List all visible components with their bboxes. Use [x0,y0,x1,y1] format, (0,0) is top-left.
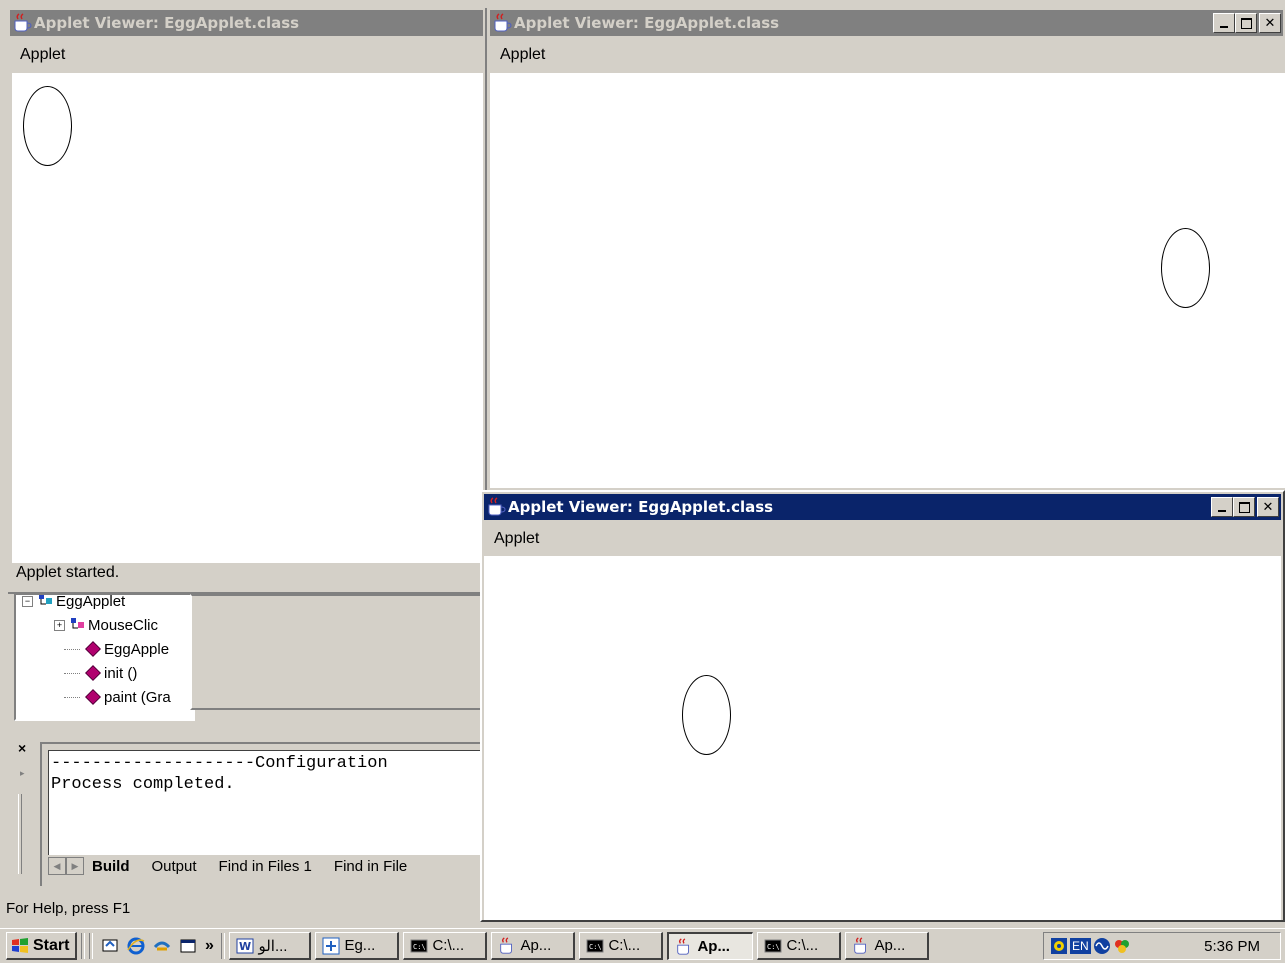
java-cup-icon [494,13,512,32]
internet-explorer-icon[interactable] [123,935,149,957]
word-icon: W [236,938,254,953]
method-icon [85,641,101,657]
tab-scroll-left-icon[interactable]: ◀ [48,857,66,875]
expand-icon[interactable]: + [54,619,65,631]
close-pane-icon[interactable]: × [18,740,26,756]
maximize-button[interactable] [1233,497,1255,517]
applet-window-right[interactable]: Applet Viewer: EggApplet.class ✕ Applet [488,8,1285,488]
tree-item-paint[interactable]: paint (Gra [64,685,171,709]
applet-canvas[interactable] [12,73,483,563]
build-output-text: --------------------Configuration Proces… [48,750,482,855]
network-icon[interactable] [1050,937,1068,955]
java-icon [854,936,867,954]
java-icon [500,936,513,954]
class-icon [69,618,85,632]
close-button[interactable]: ✕ [1259,13,1281,33]
svg-text:C:\: C:\ [413,943,426,951]
java-cup-icon [488,497,506,516]
console-icon: C:\ [410,939,428,952]
applet-window-active[interactable]: Applet Viewer: EggApplet.class ✕ Applet [480,490,1285,922]
taskbar-button-console-1[interactable]: C:\ C:\... [403,932,488,960]
maximize-icon [1240,17,1252,29]
menu-applet[interactable]: Applet [484,530,549,548]
tab-find-in-files-2[interactable]: Find in File [326,858,421,875]
clock[interactable]: 5:36 PM [1204,938,1260,955]
applet-canvas[interactable] [490,73,1285,488]
taskbar-button-applet-3[interactable]: Ap... [845,932,930,960]
show-desktop-icon[interactable] [97,935,123,957]
taskbar-button-project[interactable]: Eg... [315,932,400,960]
title-bar[interactable]: Applet Viewer: EggApplet.class ✕ [490,10,1283,36]
pane-gripper[interactable] [18,794,22,874]
java-cup-icon [14,13,32,32]
egg-oval [23,86,72,166]
method-icon [85,689,101,705]
language-indicator[interactable]: EN [1070,938,1091,954]
tree-item-eggapplet[interactable]: − EggApplet [22,595,125,613]
console-icon: C:\ [764,939,782,952]
console-icon: C:\ [586,939,604,952]
ide-status-bar: For Help, press F1 [6,900,131,917]
windows-logo-icon [12,937,28,953]
pane-grip-icon: ▸ [20,768,25,778]
class-view-tree: − EggApplet + MouseClic EggApple init ()… [14,594,195,721]
svg-text:C:\: C:\ [767,943,780,951]
applet-canvas[interactable] [484,556,1281,920]
menu-applet[interactable]: Applet [490,46,555,64]
minimize-icon [1218,510,1226,512]
taskbar-button-console-2[interactable]: C:\ C:\... [579,932,664,960]
collapse-icon[interactable]: − [22,595,33,607]
window-title: Applet Viewer: EggApplet.class [34,14,300,32]
minimize-icon [1220,26,1228,28]
file-view-pane [190,594,482,710]
maximize-button[interactable] [1235,13,1257,33]
close-icon: ✕ [1262,499,1274,515]
title-bar[interactable]: Applet Viewer: EggApplet.class ✕ [484,494,1281,520]
tab-output[interactable]: Output [144,858,211,875]
audio-icon[interactable] [1093,937,1111,955]
window-title: Applet Viewer: EggApplet.class [514,14,780,32]
tree-item-init[interactable]: init () [64,661,137,685]
egg-oval [1161,228,1210,308]
system-tray: EN 5:36 PM [1043,932,1281,960]
output-tab-strip: ◀ ▶ Build Output Find in Files 1 Find in… [48,854,482,878]
taskbar-button-console-3[interactable]: C:\ C:\... [757,932,842,960]
applet-window-left[interactable]: Applet Viewer: EggApplet.class Applet Ap… [8,8,487,594]
menu-applet[interactable]: Applet [10,46,75,64]
minimize-button[interactable] [1211,497,1233,517]
svg-text:C:\: C:\ [589,943,602,951]
method-icon [85,665,101,681]
tree-item-constructor[interactable]: EggApple [64,637,169,661]
close-icon: ✕ [1264,15,1276,31]
applet-status: Applet started. [16,564,120,581]
quicklaunch-overflow-button[interactable]: » [201,935,217,957]
build-output-pane: --------------------Configuration Proces… [40,742,482,886]
title-bar[interactable]: Applet Viewer: EggApplet.class [10,10,483,36]
taskbar-button-applet-2-active[interactable]: Ap... [667,932,754,960]
tree-item-mouseclick[interactable]: + MouseClic [54,613,158,637]
svg-text:W: W [239,940,251,953]
menu-bar: Applet [490,44,1283,66]
maximize-icon [1238,501,1250,513]
security-icon[interactable] [1113,937,1131,955]
java-icon [677,937,690,955]
menu-bar: Applet [10,44,483,66]
window-icon[interactable] [175,935,201,957]
minimize-button[interactable] [1213,13,1235,33]
tab-scroll-right-icon[interactable]: ▶ [66,857,84,875]
class-icon [37,595,53,608]
start-button[interactable]: Start [6,932,78,960]
taskbar-button-applet-1[interactable]: Ap... [491,932,576,960]
start-label: Start [33,936,70,954]
outlook-icon[interactable] [149,935,175,957]
taskbar: Start » W الو... Eg... C:\ C:\... Ap... … [0,928,1285,963]
egg-oval [682,675,731,755]
taskbar-button-word[interactable]: W الو... [229,932,312,960]
window-title: Applet Viewer: EggApplet.class [508,498,774,516]
tab-build[interactable]: Build [84,858,144,875]
menu-bar: Applet [484,528,1281,550]
tab-find-in-files-1[interactable]: Find in Files 1 [211,858,326,875]
close-button[interactable]: ✕ [1257,497,1279,517]
project-icon [322,937,340,954]
